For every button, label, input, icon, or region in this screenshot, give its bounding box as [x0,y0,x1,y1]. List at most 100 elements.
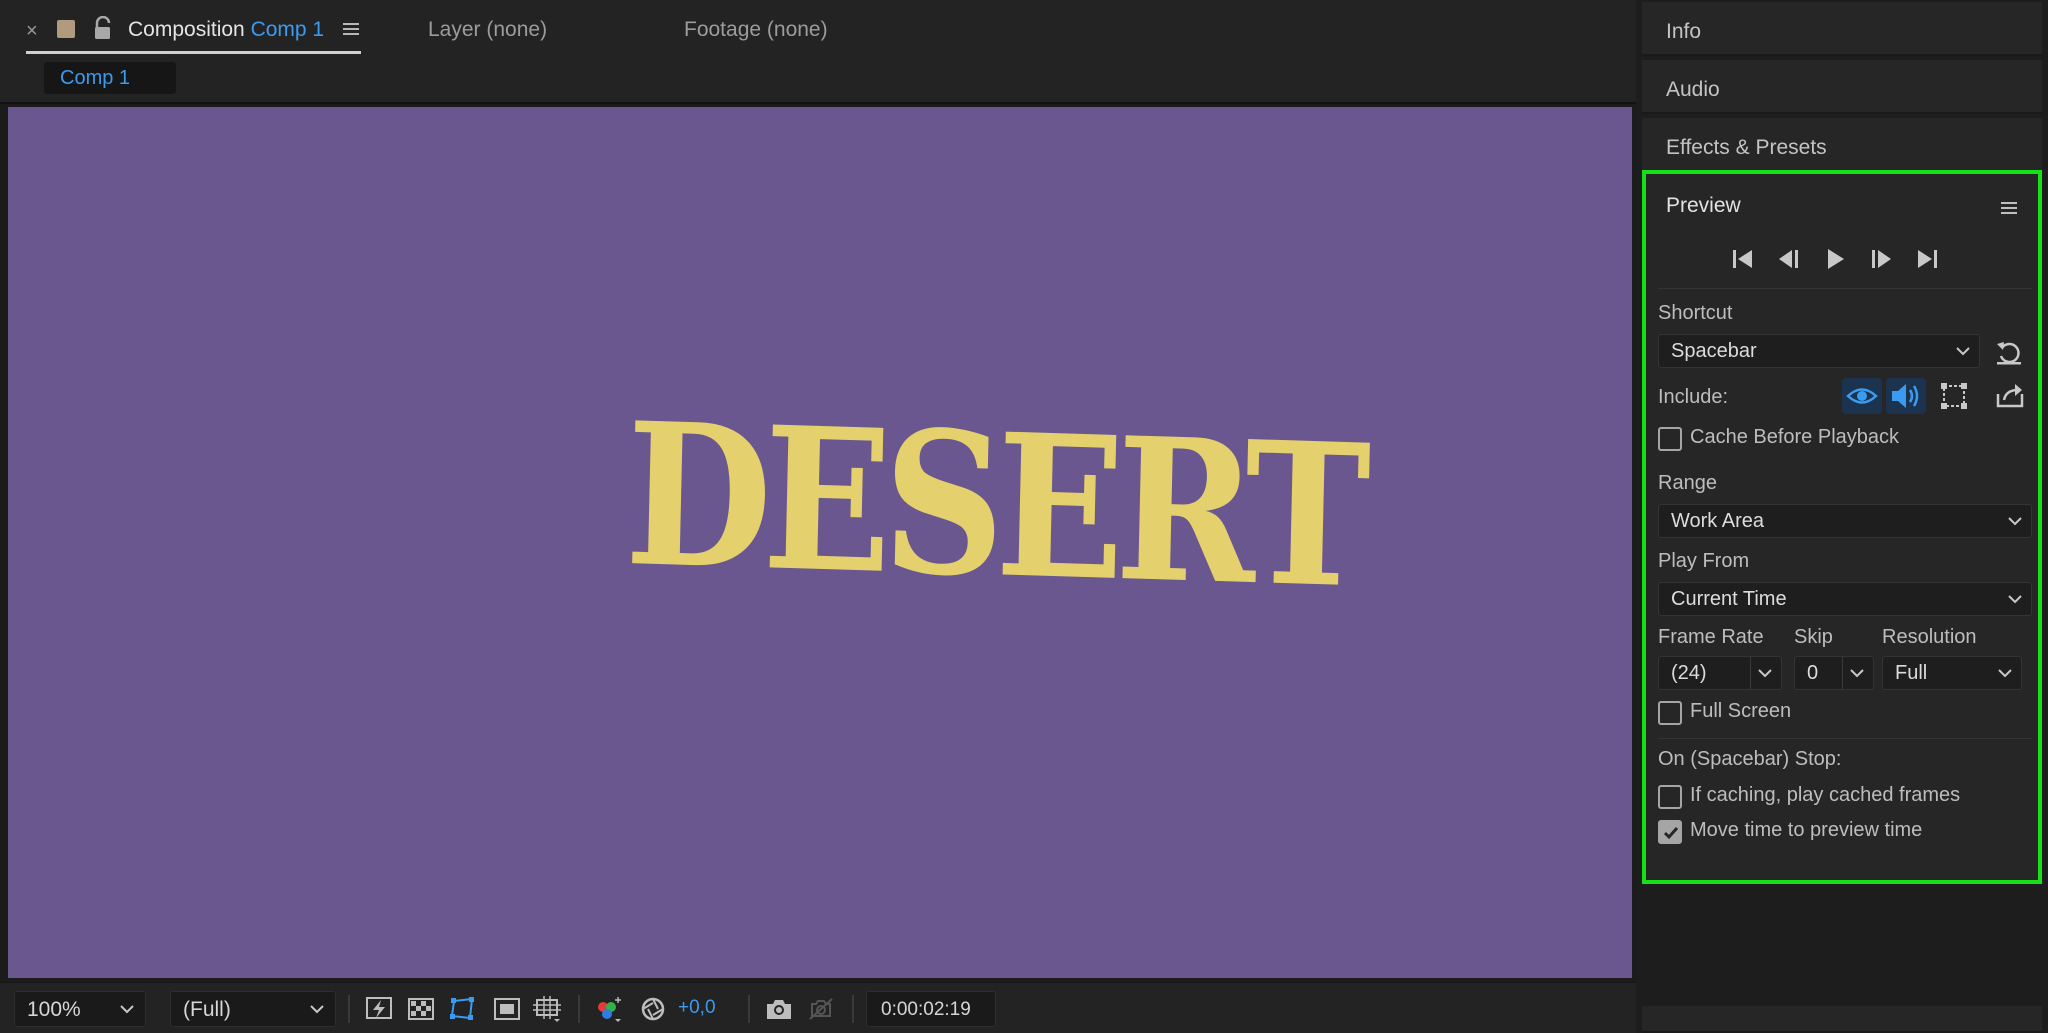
checkmark-icon [1663,827,1679,840]
first-frame-icon[interactable] [1728,244,1758,274]
chevron-down-icon [120,1005,134,1014]
full-screen-label: Full Screen [1690,700,1792,722]
preview-panel: Preview Shortcut Spacebar Include: Cache… [1642,170,2042,884]
last-frame-icon[interactable] [1912,244,1942,274]
mask-path-visibility-icon[interactable] [448,995,478,1023]
toolbar-divider [748,995,750,1023]
composition-name: Comp 1 [250,18,325,41]
label-color-swatch[interactable] [57,20,75,38]
if-caching-label: If caching, play cached frames [1690,784,1961,806]
section-divider [1658,738,2032,739]
unlock-icon[interactable] [92,15,114,42]
preview-panel-title[interactable]: Preview [1666,194,1741,218]
overlay-frame-icon [1941,383,1967,409]
toolbar-divider [578,995,580,1023]
export-icon [1996,384,2024,408]
panel-menu-icon[interactable] [2000,200,2018,216]
skip-value: 0 [1807,662,1819,684]
shortcut-dropdown[interactable]: Spacebar [1658,334,1980,368]
composition-breadcrumb[interactable]: Comp 1 [44,62,176,94]
play-from-dropdown[interactable]: Current Time [1658,582,2032,616]
frame-rate-value: (24) [1671,662,1707,684]
channel-rgb-icon[interactable] [594,995,624,1023]
frame-rate-dropdown[interactable]: (24) [1658,656,1782,690]
checkbox-box[interactable] [1658,427,1682,451]
chevron-down-icon [1758,669,1772,678]
composition-canvas[interactable]: DESERT [8,107,1632,978]
play-icon[interactable] [1820,244,1850,274]
magnification-value: 100% [27,998,81,1021]
chevron-down-icon [2008,595,2022,604]
chevron-down-icon [1850,669,1864,678]
previous-frame-icon[interactable] [1774,244,1804,274]
include-overlays-toggle[interactable] [1934,378,1974,414]
dropdown-split [1750,657,1751,689]
toolbar-divider [852,995,854,1023]
cache-before-playback-checkbox[interactable]: Cache Before Playback [1658,426,2018,452]
composition-breadcrumb-bar: Comp 1 [0,58,1636,104]
shortcut-label: Shortcut [1658,302,1733,324]
on-stop-label: On (Spacebar) Stop: [1658,748,1842,770]
tab-composition[interactable]: × Composition Comp 1 [26,15,361,54]
resolution-dropdown[interactable]: (Full) [170,991,336,1027]
tab-footage[interactable]: Footage (none) [684,18,828,42]
range-value: Work Area [1671,510,1764,532]
full-screen-checkbox[interactable]: Full Screen [1658,700,2018,726]
if-caching-checkbox[interactable]: If caching, play cached frames [1658,784,2018,810]
preview-resolution-value: Full [1895,662,1928,684]
take-snapshot-icon[interactable] [764,995,794,1023]
checkbox-box[interactable] [1658,701,1682,725]
grid-and-guides-icon[interactable] [532,995,562,1023]
desert-text-layer[interactable]: DESERT [623,380,1364,632]
transparency-grid-icon[interactable] [406,995,436,1023]
resolution-value: (Full) [183,998,231,1021]
include-audio-toggle[interactable] [1886,378,1926,414]
next-frame-icon[interactable] [1866,244,1896,274]
composition-viewer[interactable]: DESERT [0,104,1636,982]
resolution-label: Resolution [1882,626,1977,648]
effects-presets-panel-header[interactable]: Effects & Presets [1642,118,2042,172]
transport-controls [1728,244,1968,276]
shortcut-value: Spacebar [1671,340,1757,362]
move-time-checkbox[interactable]: Move time to preview time [1658,819,2018,845]
chevron-down-icon [1998,669,2012,678]
audio-panel-header[interactable]: Audio [1642,60,2042,114]
move-time-label: Move time to preview time [1690,819,1923,841]
play-from-value: Current Time [1671,588,1787,610]
composition-tab-bar: × Composition Comp 1 Layer (none) Footag… [0,0,1636,58]
eye-icon [1846,388,1878,404]
magnification-dropdown[interactable]: 100% [14,991,146,1027]
collapsed-panel-header[interactable] [1642,1006,2042,1033]
tab-composition-label: Composition Comp 1 [128,18,324,42]
hamburger-menu-icon[interactable] [342,20,360,38]
chevron-down-icon [310,1005,324,1014]
toolbar-divider [348,995,350,1023]
reset-exposure-icon[interactable] [638,995,668,1023]
range-dropdown[interactable]: Work Area [1658,504,2032,538]
skip-label: Skip [1794,626,1833,648]
chevron-down-icon [2008,517,2022,526]
play-from-label: Play From [1658,550,1750,572]
show-snapshot-icon[interactable] [806,995,836,1023]
region-of-interest-icon[interactable] [492,995,522,1023]
frame-rate-label: Frame Rate [1658,626,1764,648]
reset-shortcut-icon[interactable] [1994,338,2024,366]
checkbox-box-checked[interactable] [1658,820,1682,844]
info-panel-header[interactable]: Info [1642,2,2042,56]
include-video-toggle[interactable] [1842,378,1882,414]
composition-panel: × Composition Comp 1 Layer (none) Footag… [0,0,1636,1033]
fast-previews-icon[interactable] [364,995,394,1023]
exposure-value[interactable]: +0,0 [678,997,716,1019]
current-time-display[interactable]: 0:00:02:19 [866,991,996,1027]
range-label: Range [1658,472,1717,494]
preview-resolution-dropdown[interactable]: Full [1882,656,2022,690]
close-icon[interactable]: × [26,20,38,43]
tab-layer[interactable]: Layer (none) [428,18,547,42]
section-divider [1658,288,2032,289]
dropdown-split [1842,657,1843,689]
checkbox-box[interactable] [1658,785,1682,809]
composition-prefix: Composition [128,18,245,41]
include-toggles [1842,378,2032,414]
skip-dropdown[interactable]: 0 [1794,656,1874,690]
include-export-toggle[interactable] [1990,378,2030,414]
